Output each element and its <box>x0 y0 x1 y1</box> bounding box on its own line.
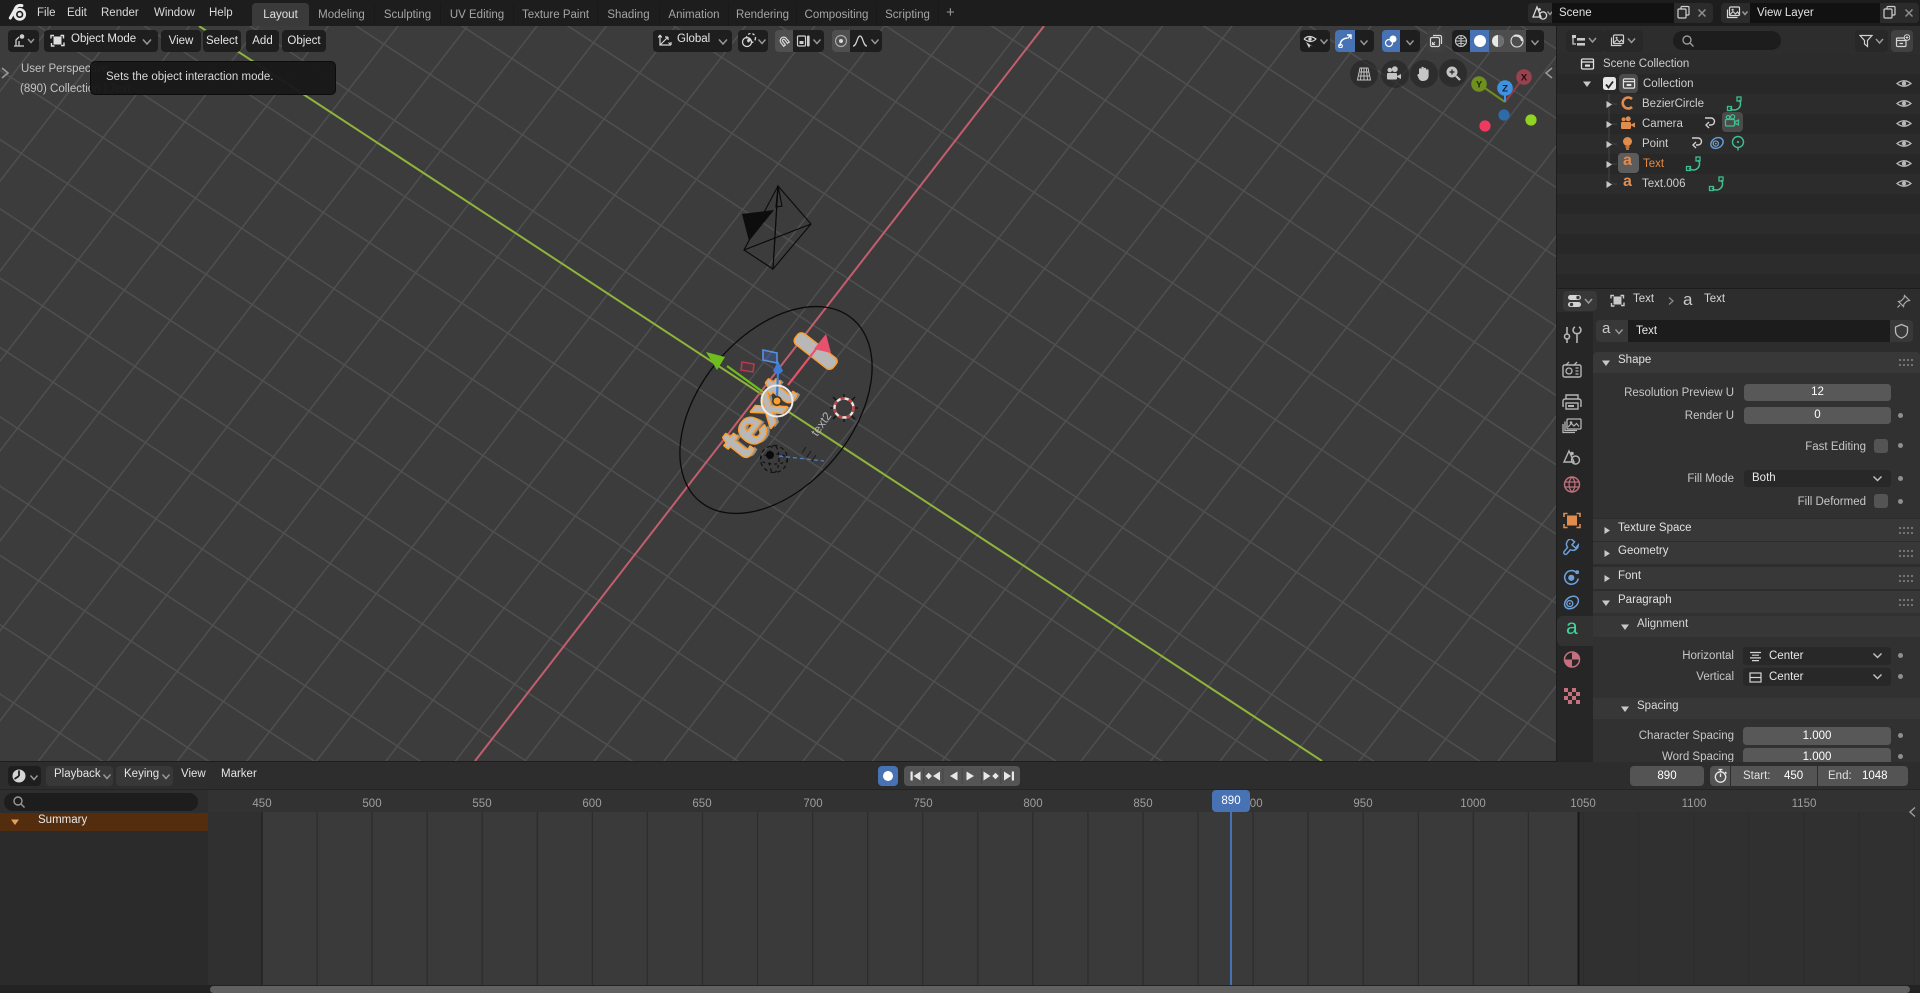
svg-text:Z: Z <box>1502 84 1508 95</box>
svg-text:850: 850 <box>1133 798 1152 810</box>
svg-text:550: 550 <box>472 798 491 810</box>
svg-text:750: 750 <box>913 798 932 810</box>
svg-text:950: 950 <box>1353 798 1372 810</box>
svg-text:1000: 1000 <box>1460 798 1486 810</box>
svg-text:1050: 1050 <box>1570 798 1596 810</box>
svg-text:1100: 1100 <box>1682 798 1707 810</box>
svg-text:450: 450 <box>252 798 271 810</box>
svg-text:600: 600 <box>582 798 601 810</box>
svg-text:700: 700 <box>803 798 822 810</box>
svg-text:Y: Y <box>1476 80 1483 91</box>
svg-text:X: X <box>1521 73 1528 84</box>
svg-text:1150: 1150 <box>1792 798 1817 810</box>
svg-text:800: 800 <box>1023 798 1042 810</box>
svg-text:650: 650 <box>692 798 711 810</box>
svg-text:500: 500 <box>362 798 381 810</box>
